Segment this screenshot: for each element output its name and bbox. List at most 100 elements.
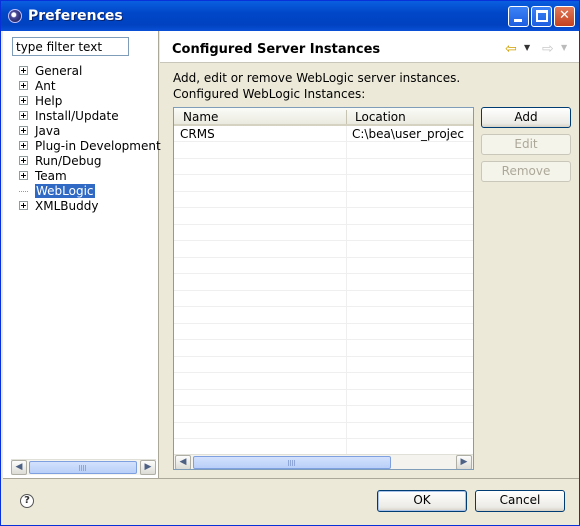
expand-plus-icon[interactable] — [19, 111, 28, 120]
table-row[interactable] — [174, 308, 473, 324]
expand-plus-icon[interactable] — [19, 201, 28, 210]
table-row[interactable] — [174, 209, 473, 225]
preferences-window: Preferences ✕ GeneralAntHelpInstall/Upda… — [0, 0, 580, 526]
table-row[interactable] — [174, 291, 473, 307]
table-row[interactable] — [174, 357, 473, 373]
minimize-button[interactable] — [508, 6, 529, 27]
column-divider[interactable] — [346, 110, 347, 124]
cancel-button[interactable]: Cancel — [475, 490, 565, 512]
edit-button[interactable]: Edit — [481, 134, 571, 155]
server-instances-table[interactable]: Name Location CRMS C:\bea\user_projec ◀ ▶ — [173, 107, 474, 470]
eclipse-icon — [8, 9, 22, 23]
tree-item-label: Team — [35, 169, 67, 183]
table-row[interactable] — [174, 407, 473, 423]
table-body: CRMS C:\bea\user_projec — [174, 126, 473, 456]
preference-tree-pane: GeneralAntHelpInstall/UpdateJavaPlug-in … — [3, 31, 161, 478]
scroll-right-button[interactable]: ▶ — [456, 455, 472, 469]
tree-connector-line — [19, 191, 28, 192]
table-row[interactable] — [174, 423, 473, 439]
expand-plus-icon[interactable] — [19, 171, 28, 180]
maximize-icon — [536, 10, 548, 22]
table-row[interactable] — [174, 374, 473, 390]
table-row[interactable] — [174, 390, 473, 406]
arrow-left-icon: ◀ — [15, 462, 23, 472]
close-icon: ✕ — [559, 8, 570, 23]
filter-input[interactable] — [12, 37, 129, 56]
arrow-left-icon: ◀ — [179, 457, 187, 467]
tree-item-label: XMLBuddy — [35, 199, 99, 213]
grip-icon — [288, 460, 296, 466]
table-row[interactable] — [174, 258, 473, 274]
tree-item-team[interactable]: Team — [19, 169, 161, 184]
column-gridline — [346, 126, 347, 455]
table-row[interactable] — [174, 159, 473, 175]
scroll-left-button[interactable]: ◀ — [11, 460, 27, 475]
tree-item-label: Plug-in Development — [35, 139, 161, 153]
tree-item-run-debug[interactable]: Run/Debug — [19, 154, 161, 169]
tree-item-ant[interactable]: Ant — [19, 79, 161, 94]
arrow-right-icon: ▶ — [460, 457, 468, 467]
tree-item-label: Java — [35, 124, 61, 138]
tree-item-java[interactable]: Java — [19, 124, 161, 139]
forward-arrow-icon: ⇨ — [542, 41, 554, 57]
tree-item-label: General — [35, 64, 83, 78]
preference-tree: General Ant Help Install/Update Java Plug-in … — [19, 64, 161, 214]
table-row[interactable] — [174, 176, 473, 192]
table-row[interactable] — [174, 275, 473, 291]
table-row[interactable]: CRMS C:\bea\user_projec — [174, 126, 473, 142]
column-header-name[interactable]: Name — [183, 110, 218, 124]
window-title: Preferences — [28, 8, 123, 24]
tree-item-label: Run/Debug — [35, 154, 102, 168]
page-title: Configured Server Instances — [172, 42, 381, 57]
expand-plus-icon[interactable] — [19, 81, 28, 90]
table-row[interactable] — [174, 242, 473, 258]
tree-item-label: WebLogic — [35, 184, 95, 198]
cell-name: CRMS — [180, 127, 215, 141]
minimize-icon — [514, 19, 522, 22]
close-button[interactable]: ✕ — [554, 6, 575, 27]
tree-item-help[interactable]: Help — [19, 94, 161, 109]
page-header: Configured Server Instances ⇦ ▼ ⇨ ▼ — [160, 31, 579, 63]
arrow-right-icon: ▶ — [144, 462, 152, 472]
maximize-button[interactable] — [531, 6, 552, 27]
tree-item-install-update[interactable]: Install/Update — [19, 109, 161, 124]
help-icon[interactable]: ? — [20, 494, 34, 508]
tree-item-general[interactable]: General — [19, 64, 161, 79]
tree-item-xmlbuddy[interactable]: XMLBuddy — [19, 199, 161, 214]
cell-location: C:\bea\user_projec — [352, 127, 464, 141]
table-row[interactable] — [174, 192, 473, 208]
table-header: Name Location — [174, 108, 473, 126]
expand-plus-icon[interactable] — [19, 96, 28, 105]
back-menu-dropdown-icon[interactable]: ▼ — [524, 43, 530, 52]
scroll-left-button[interactable]: ◀ — [175, 455, 191, 469]
table-row[interactable] — [174, 143, 473, 159]
table-row[interactable] — [174, 324, 473, 340]
expand-plus-icon[interactable] — [19, 126, 28, 135]
scroll-thumb[interactable] — [29, 461, 137, 474]
ok-button[interactable]: OK — [377, 490, 467, 512]
tree-item-label: Install/Update — [35, 109, 119, 123]
tree-item-label: Help — [35, 94, 63, 108]
table-row[interactable] — [174, 341, 473, 357]
grip-icon — [79, 465, 87, 471]
column-header-location[interactable]: Location — [355, 110, 406, 124]
scroll-right-button[interactable]: ▶ — [140, 460, 156, 475]
page-description: Add, edit or remove WebLogic server inst… — [173, 70, 460, 102]
remove-button[interactable]: Remove — [481, 161, 571, 182]
expand-plus-icon[interactable] — [19, 156, 28, 165]
table-horizontal-scrollbar[interactable]: ◀ ▶ — [174, 454, 473, 469]
footer-divider — [3, 478, 579, 479]
description-line: Configured WebLogic Instances: — [173, 87, 366, 101]
tree-horizontal-scrollbar[interactable]: ◀ ▶ — [11, 459, 156, 475]
expand-plus-icon[interactable] — [19, 66, 28, 75]
title-bar[interactable]: Preferences ✕ — [1, 1, 579, 31]
table-row[interactable] — [174, 225, 473, 241]
tree-item-weblogic[interactable]: WebLogic — [19, 184, 161, 199]
add-button[interactable]: Add — [481, 107, 571, 128]
tree-item-label: Ant — [35, 79, 56, 93]
tree-item-plug-in-development[interactable]: Plug-in Development — [19, 139, 161, 154]
forward-menu-dropdown-icon: ▼ — [561, 43, 568, 52]
scroll-thumb[interactable] — [193, 456, 391, 469]
back-arrow-icon[interactable]: ⇦ — [505, 41, 517, 57]
expand-plus-icon[interactable] — [19, 141, 28, 150]
